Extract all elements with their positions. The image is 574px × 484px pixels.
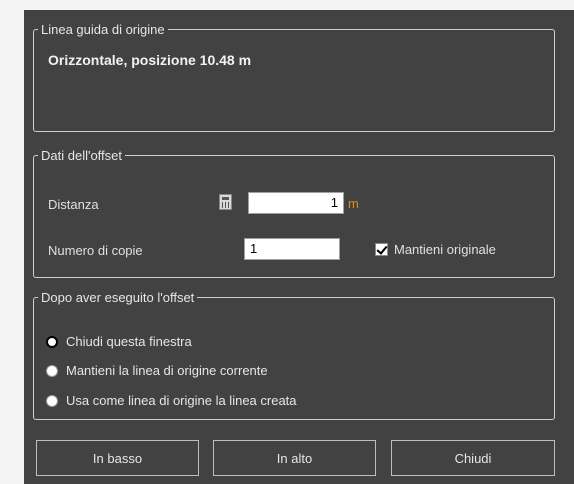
origin-guide-description: Orizzontale, posizione 10.48 m [48, 52, 252, 68]
copies-input[interactable]: 1 [244, 238, 340, 260]
offset-data-group: Dati dell'offset Distanza 1 m Numero di … [33, 148, 555, 278]
radio-use-created-line[interactable]: Usa come linea di origine la linea creat… [46, 393, 297, 408]
origin-guide-legend: Linea guida di origine [41, 22, 165, 37]
copies-label: Numero di copie [48, 243, 143, 258]
offset-dialog: Linea guida di origine Orizzontale, posi… [24, 10, 574, 484]
radio-close-window-button[interactable] [46, 335, 58, 348]
after-offset-legend: Dopo aver eseguito l'offset [41, 290, 195, 305]
distance-unit: m [348, 196, 359, 211]
keep-original-checkbox[interactable] [375, 243, 388, 256]
origin-guide-group: Linea guida di origine Orizzontale, posi… [33, 22, 555, 132]
distance-label: Distanza [48, 197, 99, 212]
keep-original-label: Mantieni originale [394, 242, 496, 257]
radio-keep-origin-line-label: Mantieni la linea di origine corrente [66, 363, 268, 378]
radio-keep-origin-line[interactable]: Mantieni la linea di origine corrente [46, 363, 268, 378]
move-up-button[interactable]: In alto [213, 440, 376, 476]
close-button[interactable]: Chiudi [391, 440, 555, 476]
distance-input[interactable]: 1 [248, 192, 344, 214]
move-down-button[interactable]: In basso [36, 440, 199, 476]
offset-data-legend: Dati dell'offset [41, 148, 123, 163]
radio-use-created-line-label: Usa come linea di origine la linea creat… [66, 393, 297, 408]
calculator-icon[interactable] [219, 194, 232, 210]
radio-close-window-label: Chiudi questa finestra [66, 334, 192, 349]
radio-keep-origin-line-button[interactable] [46, 364, 58, 377]
radio-close-window[interactable]: Chiudi questa finestra [46, 334, 192, 349]
after-offset-group: Dopo aver eseguito l'offset Chiudi quest… [33, 290, 555, 420]
radio-use-created-line-button[interactable] [46, 394, 58, 407]
